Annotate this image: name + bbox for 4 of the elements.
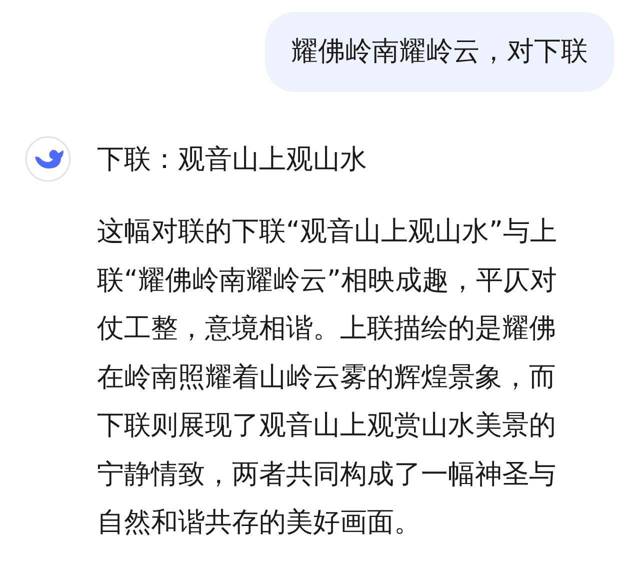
reply-paragraph: 这幅对联的下联“观音山上观山水”与上联“耀佛岭南耀岭云”相映成趣，平仄对仗工整，意境相谐。上联描绘的是耀佛在岭南照耀着山岭云雾的辉煌景象，而下联则展现了观音山上观赏山水美景的宁静情致，两者共同构成了一幅神圣与自然和谐共存的美好画面。 — [97, 215, 558, 540]
reply-title: 下联：观音山上观山水 — [97, 143, 368, 177]
user-message: 耀佛岭南耀岭云，对下联 — [265, 12, 614, 92]
whale-logo-icon — [25, 136, 71, 182]
